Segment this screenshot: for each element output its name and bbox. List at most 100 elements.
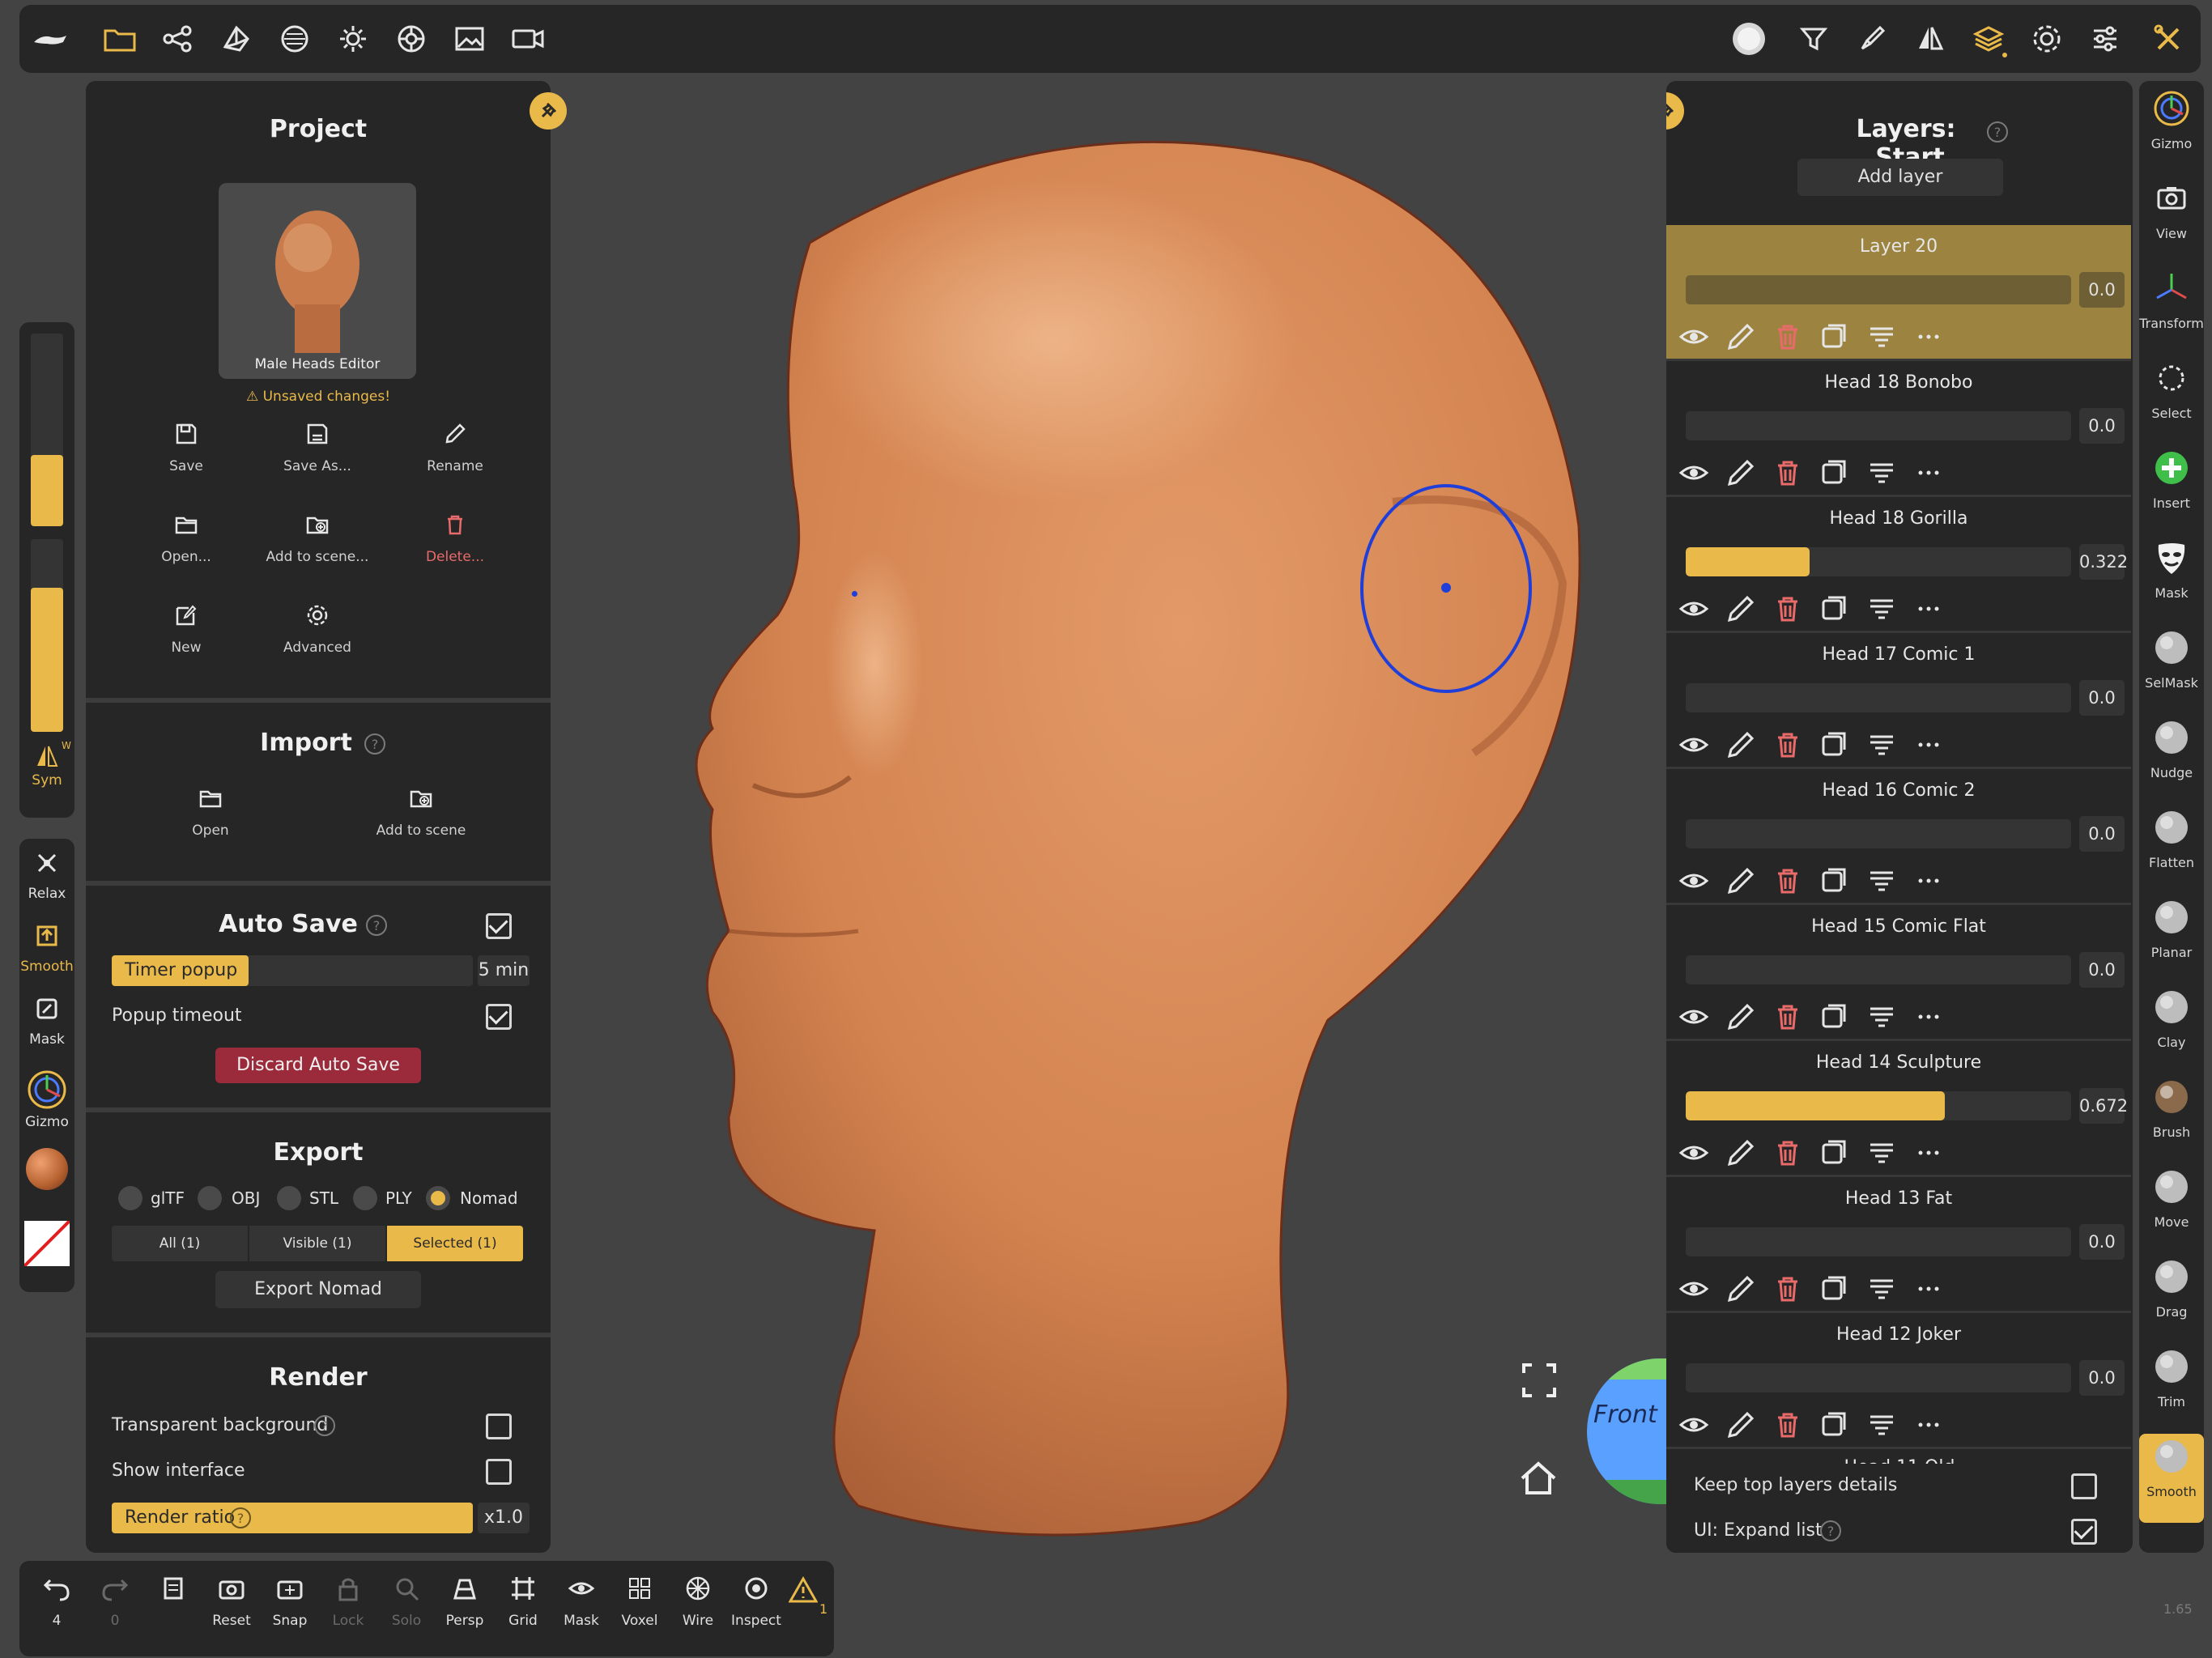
tool-transform[interactable]: Transform: [2139, 266, 2204, 355]
duplicate-icon[interactable]: [1819, 1137, 1851, 1169]
pencil-icon[interactable]: [1725, 865, 1757, 897]
tool-gizmo[interactable]: Gizmo: [19, 1062, 74, 1140]
bottom-voxel-button[interactable]: Voxel: [610, 1571, 669, 1643]
expand-list-help-icon[interactable]: ?: [1820, 1520, 1841, 1541]
show-interface-checkbox[interactable]: [486, 1459, 512, 1485]
discard-autosave-button[interactable]: Discard Auto Save: [215, 1048, 421, 1083]
render-ratio-help-icon[interactable]: ?: [230, 1507, 251, 1528]
trash-icon[interactable]: [1772, 1137, 1804, 1169]
eye-icon[interactable]: [1678, 865, 1710, 897]
tool-brush[interactable]: Brush: [2139, 1074, 2204, 1163]
layer-row[interactable]: Head 16 Comic 2 0.0: [1666, 769, 2131, 905]
more-icon[interactable]: [1912, 593, 1945, 625]
layer-row[interactable]: Head 18 Bonobo 0.0: [1666, 361, 2131, 497]
home-icon[interactable]: [1517, 1457, 1559, 1499]
layer-row[interactable]: Head 13 Fat 0.0: [1666, 1177, 2131, 1313]
more-icon[interactable]: [1912, 321, 1945, 353]
radio-obj[interactable]: [198, 1186, 222, 1210]
more-icon[interactable]: [1912, 865, 1945, 897]
pin-icon[interactable]: [1666, 92, 1684, 130]
layer-intensity-slider[interactable]: [1686, 819, 2071, 848]
merge-down-icon[interactable]: [1865, 457, 1898, 489]
trash-icon[interactable]: [1772, 729, 1804, 761]
layer-intensity-slider[interactable]: [1686, 683, 2071, 712]
tool-nudge[interactable]: Nudge: [2139, 715, 2204, 804]
add-to-scene-button[interactable]: Add to scene...: [253, 512, 382, 585]
bottom-inspect-button[interactable]: Inspect: [727, 1571, 785, 1643]
duplicate-icon[interactable]: [1819, 1273, 1851, 1305]
layer-intensity-slider[interactable]: [1686, 1227, 2071, 1256]
trash-icon[interactable]: [1772, 1409, 1804, 1441]
add-layer-button[interactable]: Add layer: [1797, 159, 2003, 196]
eye-icon[interactable]: [1678, 729, 1710, 761]
timer-value[interactable]: 5 min: [478, 955, 530, 986]
trash-icon[interactable]: [1772, 593, 1804, 625]
expand-list-checkbox[interactable]: [2071, 1519, 2097, 1545]
layer-intensity-value[interactable]: 0.322: [2079, 544, 2128, 580]
layer-intensity-value[interactable]: 0.0: [2079, 816, 2125, 852]
bottom-persp-button[interactable]: Persp: [436, 1571, 494, 1643]
tool-clay[interactable]: Clay: [2139, 984, 2204, 1073]
tool-select[interactable]: Select: [2139, 355, 2204, 444]
scope-all-button[interactable]: All (1): [112, 1226, 248, 1261]
merge-down-icon[interactable]: [1865, 1001, 1898, 1033]
save-button[interactable]: Save: [138, 421, 235, 494]
timer-popup-slider[interactable]: Timer popup: [112, 955, 473, 986]
bottom-solo-button[interactable]: Solo: [377, 1571, 436, 1643]
more-icon[interactable]: [1912, 457, 1945, 489]
trash-icon[interactable]: [1772, 1273, 1804, 1305]
merge-down-icon[interactable]: [1865, 729, 1898, 761]
merge-down-icon[interactable]: [1865, 865, 1898, 897]
merge-down-icon[interactable]: [1865, 1409, 1898, 1441]
tool-insert[interactable]: Insert: [2139, 445, 2204, 534]
render-ratio-slider[interactable]: Render ratio ?: [112, 1503, 473, 1533]
transparent-bg-checkbox[interactable]: [486, 1414, 512, 1439]
merge-down-icon[interactable]: [1865, 593, 1898, 625]
layer-row[interactable]: Head 15 Comic Flat 0.0: [1666, 905, 2131, 1041]
layer-intensity-slider[interactable]: [1686, 1091, 2071, 1120]
pencil-icon[interactable]: [1725, 457, 1757, 489]
bottom-mask-button[interactable]: Mask: [552, 1571, 610, 1643]
merge-down-icon[interactable]: [1865, 321, 1898, 353]
trash-icon[interactable]: [1772, 321, 1804, 353]
autosave-help-icon[interactable]: ?: [366, 915, 387, 936]
eye-icon[interactable]: [1678, 1273, 1710, 1305]
layer-row[interactable]: Head 14 Sculpture 0.672: [1666, 1041, 2131, 1177]
duplicate-icon[interactable]: [1819, 593, 1851, 625]
merge-down-icon[interactable]: [1865, 1273, 1898, 1305]
save-as-button[interactable]: Save As...: [269, 421, 366, 494]
keep-top-checkbox[interactable]: [2071, 1473, 2097, 1499]
radio-gltf[interactable]: [118, 1186, 143, 1210]
pencil-icon[interactable]: [1725, 593, 1757, 625]
more-icon[interactable]: [1912, 1273, 1945, 1305]
bottom-lock-button[interactable]: Lock: [319, 1571, 377, 1643]
layer-intensity-slider[interactable]: [1686, 955, 2071, 984]
radio-ply[interactable]: [353, 1186, 377, 1210]
radio-stl[interactable]: [277, 1186, 301, 1210]
layer-intensity-value[interactable]: 0.0: [2079, 952, 2125, 988]
layer-intensity-value[interactable]: 0.0: [2079, 680, 2125, 716]
pencil-icon[interactable]: [1725, 321, 1757, 353]
tool-smooth[interactable]: Smooth: [2139, 1434, 2204, 1523]
scope-visible-button[interactable]: Visible (1): [249, 1226, 385, 1261]
layer-row[interactable]: Layer 20 0.0: [1666, 225, 2131, 361]
pencil-icon[interactable]: [1725, 1001, 1757, 1033]
radius-slider[interactable]: [31, 539, 63, 732]
layer-intensity-value[interactable]: 0.0: [2079, 1224, 2125, 1260]
rename-button[interactable]: Rename: [406, 421, 504, 494]
warning-icon[interactable]: [789, 1575, 818, 1605]
more-icon[interactable]: [1912, 1001, 1945, 1033]
trash-icon[interactable]: [1772, 865, 1804, 897]
tool-view[interactable]: View: [2139, 176, 2204, 265]
layer-row[interactable]: Head 18 Gorilla 0.322: [1666, 497, 2131, 633]
trash-icon[interactable]: [1772, 1001, 1804, 1033]
tool-planar[interactable]: Planar: [2139, 895, 2204, 984]
more-icon[interactable]: [1912, 1137, 1945, 1169]
redo-button[interactable]: 0: [86, 1571, 144, 1643]
pencil-icon[interactable]: [1725, 729, 1757, 761]
render-ratio-value[interactable]: x1.0: [478, 1503, 530, 1533]
more-icon[interactable]: [1912, 1409, 1945, 1441]
layers-help-icon[interactable]: ?: [1987, 121, 2008, 142]
tool-relax[interactable]: Relax: [19, 844, 74, 913]
import-open-button[interactable]: Open: [162, 785, 259, 858]
